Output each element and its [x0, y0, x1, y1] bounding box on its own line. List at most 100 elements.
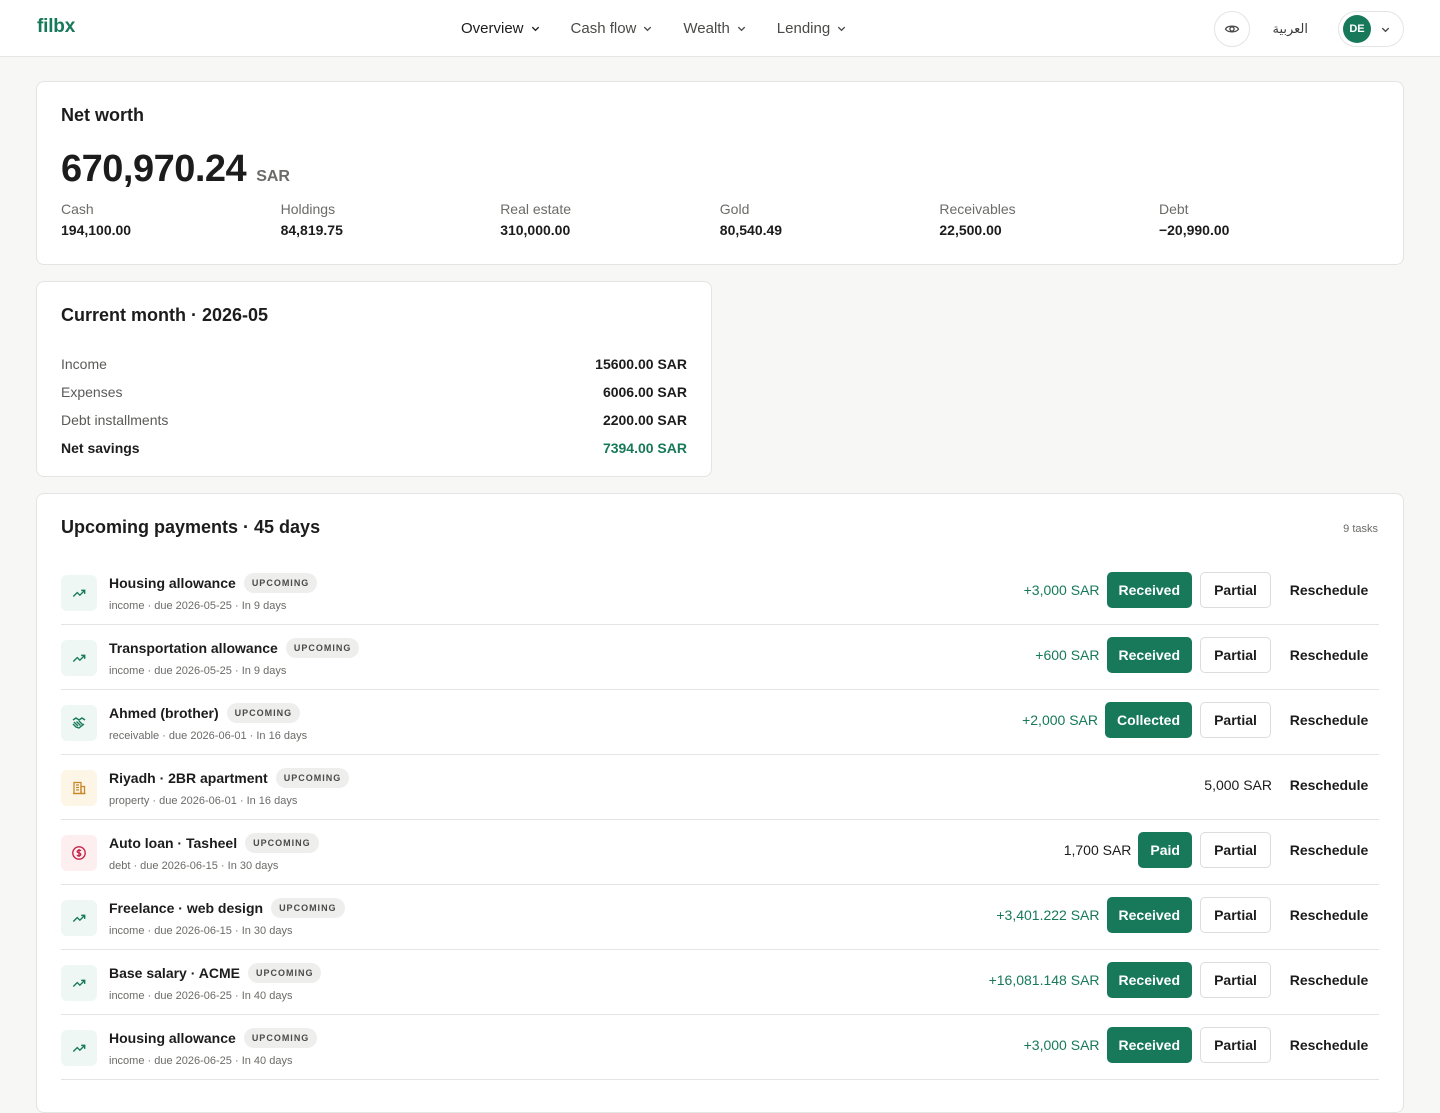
net-worth-breakdown: Cash 194,100.00 Holdings 84,819.75 Real …	[61, 201, 1379, 238]
chevron-down-icon	[531, 26, 539, 31]
item-actions: +3,000 SAR Received Partial Reschedule	[1024, 572, 1379, 608]
paid-button[interactable]: Paid	[1138, 832, 1192, 868]
main-nav: Overview Cash flow Wealth Lending	[461, 0, 877, 56]
received-button[interactable]: Received	[1106, 897, 1192, 933]
item-name: Transportation allowance	[109, 640, 278, 656]
item-name: Housing allowance	[109, 575, 236, 591]
item-meta: income · due 2026-06-25 · In 40 days	[109, 990, 293, 1002]
reschedule-button[interactable]: Reschedule	[1279, 1027, 1379, 1063]
reschedule-button[interactable]: Reschedule	[1279, 767, 1379, 803]
item-actions: 5,000 SAR Reschedule	[1204, 767, 1379, 803]
received-button[interactable]: Received	[1106, 637, 1192, 673]
item-amount: 5,000 SAR	[1204, 777, 1272, 793]
partial-button[interactable]: Partial	[1200, 702, 1271, 738]
month-row-label: Income	[61, 356, 107, 372]
breakdown-holdings: Holdings 84,819.75	[281, 201, 501, 238]
breakdown-value: 194,100.00	[61, 222, 132, 238]
item-title: Base salary · ACME UPCOMING	[109, 963, 322, 983]
avatar: DE	[1343, 15, 1371, 43]
reschedule-button[interactable]: Reschedule	[1279, 962, 1379, 998]
item-meta: property · due 2026-06-01 · In 16 days	[109, 795, 298, 807]
chevron-down-icon	[737, 26, 745, 31]
list-item: Freelance · web design UPCOMING income ·…	[61, 885, 1379, 950]
breakdown-value: 310,000.00	[500, 222, 571, 238]
item-title: Transportation allowance UPCOMING	[109, 638, 360, 658]
toggle-visibility-button[interactable]	[1214, 11, 1251, 47]
month-summary: Income 15600.00 SAR Expenses 6006.00 SAR…	[61, 350, 687, 462]
building-icon	[61, 770, 97, 806]
status-badge: UPCOMING	[243, 1028, 318, 1048]
item-actions: +3,401.222 SAR Received Partial Reschedu…	[996, 897, 1379, 933]
breakdown-label: Real estate	[500, 201, 572, 217]
item-amount: +3,000 SAR	[1023, 582, 1100, 598]
item-actions: +600 SAR Received Partial Reschedule	[1035, 637, 1379, 673]
month-row-label: Expenses	[61, 384, 123, 400]
collected-button[interactable]: Collected	[1104, 702, 1192, 738]
breakdown-gold: Gold 80,540.49	[720, 201, 940, 238]
language-switch[interactable]: العربية	[1272, 22, 1308, 37]
received-button[interactable]: Received	[1106, 572, 1192, 608]
item-title: Ahmed (brother) UPCOMING	[109, 703, 301, 723]
item-actions: +2,000 SAR Collected Partial Reschedule	[1022, 702, 1379, 738]
list-item: Auto loan · Tasheel UPCOMING debt · due …	[61, 820, 1379, 885]
user-menu-button[interactable]: DE	[1338, 11, 1404, 47]
list-item: Riyadh · 2BR apartment UPCOMING property…	[61, 755, 1379, 820]
item-name: Auto loan · Tasheel	[109, 835, 238, 851]
item-actions: +16,081.148 SAR Received Partial Resched…	[989, 962, 1379, 998]
dollar-circle-icon	[61, 835, 97, 871]
partial-button[interactable]: Partial	[1200, 572, 1271, 608]
partial-button[interactable]: Partial	[1200, 1027, 1271, 1063]
nav-wealth-label: Wealth	[683, 19, 730, 37]
list-item: Housing allowance UPCOMING income · due …	[61, 560, 1379, 625]
item-meta: receivable · due 2026-06-01 · In 16 days	[109, 730, 308, 742]
trending-up-icon	[61, 965, 97, 1001]
reschedule-button[interactable]: Reschedule	[1279, 702, 1379, 738]
month-row-income: Income 15600.00 SAR	[61, 350, 687, 378]
trending-up-icon	[61, 575, 97, 611]
month-row-value: 15600.00 SAR	[595, 356, 687, 372]
nav-wealth[interactable]: Wealth	[683, 20, 746, 37]
app-logo[interactable]: filbx	[37, 16, 75, 38]
chevron-down-icon	[1381, 27, 1390, 32]
reschedule-button[interactable]: Reschedule	[1279, 832, 1379, 868]
breakdown-value: −20,990.00	[1158, 222, 1230, 238]
list-item: Ahmed (brother) UPCOMING receivable · du…	[61, 690, 1379, 755]
item-meta: income · due 2026-06-15 · In 30 days	[109, 925, 293, 937]
net-worth-value: 670,970.24	[61, 148, 247, 190]
nav-overview[interactable]: Overview	[461, 20, 541, 37]
breakdown-value: 80,540.49	[719, 222, 783, 238]
month-row-value: 6006.00 SAR	[602, 384, 687, 400]
item-title: Housing allowance UPCOMING	[109, 1028, 318, 1048]
reschedule-button[interactable]: Reschedule	[1279, 572, 1379, 608]
received-button[interactable]: Received	[1106, 1027, 1192, 1063]
item-meta: income · due 2026-05-25 · In 9 days	[109, 665, 287, 677]
upcoming-payments-card: Upcoming payments · 45 days 9 tasks Hous…	[36, 493, 1404, 1113]
item-name: Freelance · web design	[109, 900, 264, 916]
net-worth-amount: 670,970.24 SAR	[61, 148, 290, 191]
trending-up-icon	[61, 640, 97, 676]
status-badge: UPCOMING	[285, 638, 360, 658]
current-month-card: Current month · 2026-05 Income 15600.00 …	[36, 281, 712, 477]
nav-lending-label: Lending	[776, 19, 831, 37]
partial-button[interactable]: Partial	[1200, 637, 1271, 673]
eye-icon	[1225, 25, 1240, 33]
item-title: Freelance · web design UPCOMING	[109, 898, 345, 918]
month-row-net-savings: Net savings 7394.00 SAR	[61, 434, 687, 462]
nav-lending[interactable]: Lending	[777, 20, 847, 37]
month-row-label: Debt installments	[61, 412, 169, 428]
partial-button[interactable]: Partial	[1200, 962, 1271, 998]
received-button[interactable]: Received	[1106, 962, 1192, 998]
item-amount: 1,700 SAR	[1063, 842, 1132, 858]
reschedule-button[interactable]: Reschedule	[1279, 897, 1379, 933]
partial-button[interactable]: Partial	[1200, 832, 1271, 868]
partial-button[interactable]: Partial	[1200, 897, 1271, 933]
breakdown-real-estate: Real estate 310,000.00	[500, 201, 720, 238]
current-month-title: Current month · 2026-05	[61, 305, 269, 325]
item-amount: +2,000 SAR	[1022, 712, 1098, 728]
month-row-label: Net savings	[61, 440, 140, 456]
item-name: Riyadh · 2BR apartment	[109, 770, 268, 786]
month-row-expenses: Expenses 6006.00 SAR	[61, 378, 687, 406]
reschedule-button[interactable]: Reschedule	[1279, 637, 1379, 673]
item-amount: +3,000 SAR	[1023, 1037, 1100, 1053]
nav-cash-flow[interactable]: Cash flow	[571, 20, 654, 37]
